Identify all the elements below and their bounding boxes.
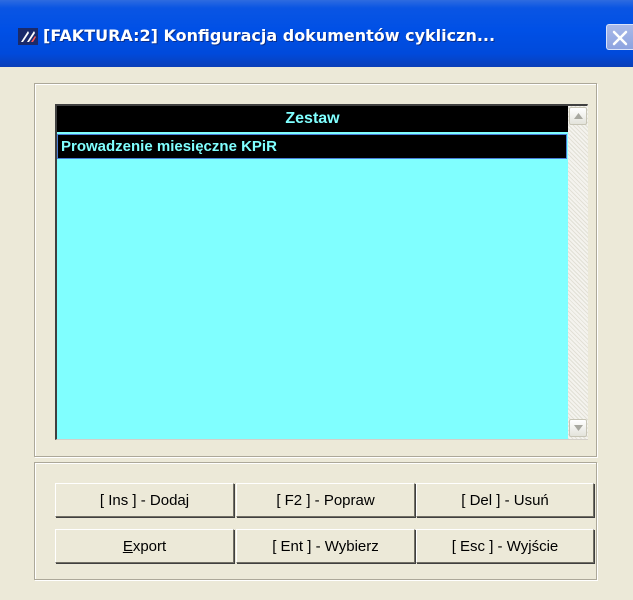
delete-button[interactable]: [ Del ] - Usuń	[416, 483, 594, 517]
export-button-label: Export	[123, 538, 166, 555]
title-bar[interactable]: [FAKTURA:2] Konfiguracja dokumentów cykl…	[0, 0, 633, 67]
set-list[interactable]: Zestaw Prowadzenie miesięczne KPiR	[55, 104, 588, 440]
scroll-down-button[interactable]	[569, 419, 587, 437]
list-header-zestaw[interactable]: Zestaw	[57, 106, 568, 132]
exit-button[interactable]: [ Esc ] - Wyjście	[416, 529, 594, 563]
delete-button-label: [ Del ] - Usuń	[461, 491, 549, 509]
scroll-up-button[interactable]	[569, 107, 587, 125]
exit-button-label: [ Esc ] - Wyjście	[451, 537, 559, 555]
add-button-label: [ Ins ] - Dodaj	[99, 491, 190, 509]
edit-button-label: [ F2 ] - Popraw	[276, 491, 375, 509]
vertical-scrollbar[interactable]	[568, 106, 588, 439]
close-button[interactable]	[606, 24, 633, 50]
app-logo-icon	[18, 28, 38, 45]
select-button-label: [ Ent ] - Wybierz	[272, 537, 379, 555]
export-label-rest: xport	[132, 537, 167, 555]
dialog-window: [FAKTURA:2] Konfiguracja dokumentów cykl…	[0, 0, 633, 600]
export-mnemonic: E	[122, 537, 133, 555]
list-item[interactable]: Prowadzenie miesięczne KPiR	[57, 134, 567, 159]
export-button[interactable]: Export	[55, 529, 234, 563]
select-button[interactable]: [ Ent ] - Wybierz	[236, 529, 415, 563]
edit-button[interactable]: [ F2 ] - Popraw	[236, 483, 415, 517]
window-title: [FAKTURA:2] Konfiguracja dokumentów cykl…	[43, 26, 496, 45]
add-button[interactable]: [ Ins ] - Dodaj	[55, 483, 234, 517]
